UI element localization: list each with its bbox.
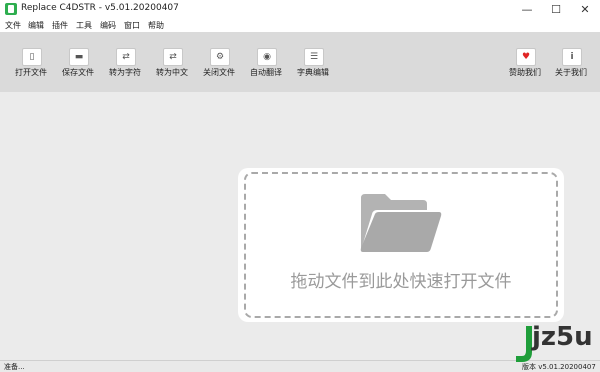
to-string-label: 转为字符 bbox=[109, 68, 141, 77]
drop-zone-hint: 拖动文件到此处快速打开文件 bbox=[290, 272, 512, 292]
folder-icon bbox=[360, 194, 442, 252]
about-label: 关于我们 bbox=[555, 68, 587, 77]
menu-encoding[interactable]: 编码 bbox=[100, 20, 116, 31]
close-window-button[interactable]: ✕ bbox=[570, 0, 600, 18]
app-logo-icon bbox=[5, 3, 17, 15]
maximize-button[interactable]: ☐ bbox=[541, 0, 571, 18]
heart-icon: ♥ bbox=[516, 48, 536, 66]
save-file-button[interactable]: ▬ 保存文件 bbox=[56, 48, 100, 88]
auto-translate-button[interactable]: ◉ 自动翻译 bbox=[244, 48, 288, 88]
menu-help[interactable]: 帮助 bbox=[148, 20, 164, 31]
to-chinese-label: 转为中文 bbox=[156, 68, 188, 77]
watermark-text: jz5u bbox=[532, 322, 593, 352]
translate-icon: ◉ bbox=[257, 48, 277, 66]
watermark-j-icon bbox=[516, 326, 532, 362]
open-file-button[interactable]: ▯ 打开文件 bbox=[9, 48, 53, 88]
dictionary-edit-label: 字典编辑 bbox=[297, 68, 329, 77]
convert-icon: ⇄ bbox=[163, 48, 183, 66]
save-file-label: 保存文件 bbox=[62, 68, 94, 77]
to-chinese-button[interactable]: ⇄ 转为中文 bbox=[150, 48, 194, 88]
open-file-label: 打开文件 bbox=[15, 68, 47, 77]
status-text: 准备... bbox=[4, 363, 25, 371]
menu-bar: 文件 编辑 插件 工具 编码 窗口 帮助 bbox=[0, 18, 600, 32]
close-file-button[interactable]: ⚙ 关闭文件 bbox=[197, 48, 241, 88]
toolbar: ▯ 打开文件 ▬ 保存文件 ⇄ 转为字符 ⇄ 转为中文 ⚙ 关闭文件 ◉ 自动翻… bbox=[0, 32, 600, 92]
file-icon: ▯ bbox=[22, 48, 42, 66]
save-icon: ▬ bbox=[69, 48, 89, 66]
gear-icon: ⚙ bbox=[210, 48, 230, 66]
menu-file[interactable]: 文件 bbox=[5, 20, 21, 31]
donate-button[interactable]: ♥ 赞助我们 bbox=[503, 48, 547, 88]
menu-tools[interactable]: 工具 bbox=[76, 20, 92, 31]
window-title: Replace C4DSTR - v5.01.20200407 bbox=[21, 3, 179, 13]
auto-translate-label: 自动翻译 bbox=[250, 68, 282, 77]
title-bar: Replace C4DSTR - v5.01.20200407 — ☐ ✕ bbox=[0, 0, 600, 18]
menu-edit[interactable]: 编辑 bbox=[28, 20, 44, 31]
convert-icon: ⇄ bbox=[116, 48, 136, 66]
menu-window[interactable]: 窗口 bbox=[124, 20, 140, 31]
minimize-button[interactable]: — bbox=[512, 0, 542, 18]
document-icon: ☰ bbox=[304, 48, 324, 66]
close-file-label: 关闭文件 bbox=[203, 68, 235, 77]
menu-plugins[interactable]: 插件 bbox=[52, 20, 68, 31]
dictionary-edit-button[interactable]: ☰ 字典编辑 bbox=[291, 48, 335, 88]
about-button[interactable]: i 关于我们 bbox=[549, 48, 593, 88]
watermark-logo: jz5u bbox=[510, 322, 596, 366]
info-icon: i bbox=[562, 48, 582, 66]
donate-label: 赞助我们 bbox=[509, 68, 541, 77]
to-string-button[interactable]: ⇄ 转为字符 bbox=[103, 48, 147, 88]
